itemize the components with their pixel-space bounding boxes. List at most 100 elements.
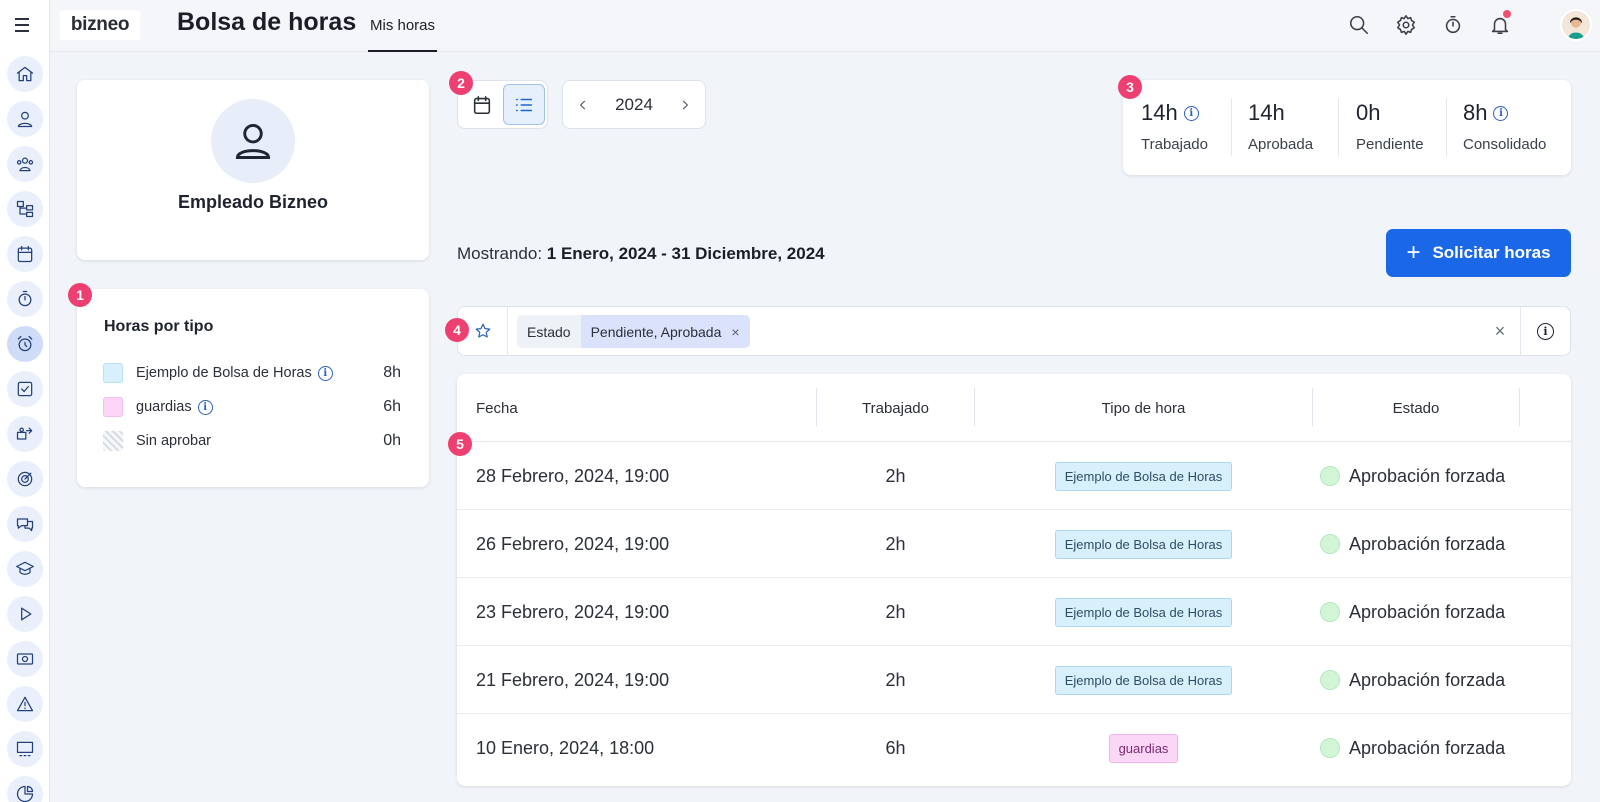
gear-icon[interactable] <box>1393 12 1419 38</box>
column-header-tipo[interactable]: Tipo de hora <box>975 374 1312 442</box>
stopwatch-icon[interactable] <box>7 281 43 317</box>
filter-chip-value[interactable]: Pendiente, Aprobada × <box>580 315 750 348</box>
cell-worked: 2h <box>885 601 906 622</box>
calendar-icon <box>473 95 491 114</box>
cell-type: Ejemplo de Bolsa de Horas <box>975 578 1312 646</box>
users-icon[interactable] <box>7 146 43 182</box>
column-header-fecha[interactable]: Fecha <box>476 374 518 442</box>
info-icon[interactable]: i <box>1183 105 1199 121</box>
hours-table: Fecha Trabajado Tipo de hora Estado 28 F… <box>457 374 1571 786</box>
cell-type: Ejemplo de Bolsa de Horas <box>975 442 1312 510</box>
type-swatch <box>103 397 123 417</box>
list-icon <box>515 98 533 111</box>
request-hours-label: Solicitar horas <box>1432 243 1551 262</box>
divider <box>1231 98 1232 156</box>
target-icon[interactable] <box>7 461 43 497</box>
list-view-button[interactable] <box>503 84 545 125</box>
cell-status: Aprobación forzada <box>1320 578 1505 646</box>
pie-chart-icon[interactable] <box>7 776 43 802</box>
status-label: Aprobación forzada <box>1349 533 1506 554</box>
table-row[interactable]: 23 Febrero, 2024, 19:00 2h Ejemplo de Bols… <box>457 578 1571 646</box>
cell-date: 10 Enero, 2024, 18:00 <box>476 737 655 758</box>
type-value: 8h <box>383 364 401 381</box>
step-badge-3: 3 <box>1118 75 1142 99</box>
stat-value: 14h <box>1248 100 1285 125</box>
filter-info-button[interactable]: i <box>1520 307 1570 355</box>
status-label: Aprobación forzada <box>1349 601 1506 622</box>
cell-status: Aprobación forzada <box>1320 714 1505 782</box>
status-dot-icon <box>1320 534 1340 554</box>
plus-icon: + <box>1406 239 1421 266</box>
date-range-value: 1 Enero, 2024 - 31 Diciembre, 2024 <box>546 244 825 263</box>
status-dot-icon <box>1320 602 1340 622</box>
year-navigator: 2024 <box>562 80 706 129</box>
bell-icon[interactable] <box>1487 10 1513 38</box>
type-row: guardias i 6h <box>103 395 401 419</box>
avatar-image-icon <box>1562 11 1590 39</box>
stopwatch-icon[interactable] <box>1440 12 1466 38</box>
cell-status: Aprobación forzada <box>1320 510 1505 578</box>
info-icon: i <box>1537 322 1554 340</box>
type-row: Ejemplo de Bolsa de Horas i 8h <box>103 361 401 385</box>
hour-type-tag: Ejemplo de Bolsa de Horas <box>1054 665 1233 695</box>
info-icon[interactable]: i <box>1493 105 1509 121</box>
chat-icon[interactable] <box>7 506 43 542</box>
filter-chip: Estado Pendiente, Aprobada × <box>517 315 750 348</box>
graduation-cap-icon[interactable] <box>7 551 43 587</box>
info-icon[interactable]: i <box>317 365 333 381</box>
stat-value: 14h <box>1141 100 1178 125</box>
user-icon[interactable] <box>7 101 43 137</box>
status-label: Aprobación forzada <box>1349 737 1506 758</box>
chevron-right-icon[interactable] <box>673 93 697 117</box>
type-swatch <box>103 431 123 451</box>
alarm-clock-icon[interactable] <box>7 326 43 362</box>
org-chart-icon[interactable] <box>7 191 43 227</box>
tab-mis-horas[interactable]: Mis horas <box>368 0 438 52</box>
date-range-prefix: Mostrando: <box>457 244 543 263</box>
table-row[interactable]: 28 Febrero, 2024, 19:00 2h Ejemplo de Bols… <box>457 442 1571 510</box>
column-header-trabajado[interactable]: Trabajado <box>817 374 974 442</box>
stat-label: Pendiente <box>1356 136 1424 153</box>
type-label: Ejemplo de Bolsa de Horas <box>136 365 312 381</box>
avatar[interactable] <box>1560 9 1592 41</box>
type-value: 0h <box>383 432 401 449</box>
sidebar <box>0 0 50 802</box>
cell-type: Ejemplo de Bolsa de Horas <box>975 510 1312 578</box>
stat-label: Consolidado <box>1463 136 1547 153</box>
menu-icon[interactable] <box>11 14 33 36</box>
warning-icon[interactable] <box>7 686 43 722</box>
table-row[interactable]: 21 Febrero, 2024, 19:00 2h Ejemplo de Bols… <box>457 646 1571 714</box>
cell-type: Ejemplo de Bolsa de Horas <box>975 646 1312 714</box>
money-icon[interactable] <box>7 641 43 677</box>
page-title: Bolsa de horas <box>177 8 357 36</box>
search-icon[interactable] <box>1346 12 1372 38</box>
request-hours-button[interactable]: + Solicitar horas <box>1386 229 1571 277</box>
step-badge-1: 1 <box>68 283 92 307</box>
presentation-icon[interactable] <box>7 731 43 767</box>
info-icon[interactable]: i <box>197 399 213 415</box>
column-header-estado[interactable]: Estado <box>1313 374 1519 442</box>
step-badge-2: 2 <box>449 71 473 95</box>
clear-filters-icon[interactable]: × <box>1488 319 1512 343</box>
user-icon <box>235 123 271 159</box>
filter-chip-key: Estado <box>517 315 581 348</box>
calendar-icon[interactable] <box>7 236 43 272</box>
logo[interactable]: bizneo <box>60 10 140 40</box>
cell-date: 23 Febrero, 2024, 19:00 <box>476 601 670 622</box>
cell-status: Aprobación forzada <box>1320 442 1505 510</box>
transfer-icon[interactable] <box>7 416 43 452</box>
remove-filter-icon[interactable]: × <box>731 324 739 340</box>
hour-type-tag: guardias <box>1108 733 1179 763</box>
home-icon[interactable] <box>7 56 43 92</box>
checkbox-icon[interactable] <box>7 371 43 407</box>
notification-dot <box>1503 10 1511 18</box>
divider <box>1446 98 1447 156</box>
step-badge-4: 4 <box>445 318 469 342</box>
hours-summary: 14h i Trabajado 14h Aprobada 0h Pendiente… <box>1123 80 1571 175</box>
type-label: Sin aprobar <box>136 433 211 449</box>
column-separator <box>1519 388 1520 426</box>
table-row[interactable]: 10 Enero, 2024, 18:00 6h guardias Aprobació… <box>457 714 1571 782</box>
play-icon[interactable] <box>7 596 43 632</box>
stat-label: Trabajado <box>1141 136 1208 153</box>
table-row[interactable]: 26 Febrero, 2024, 19:00 2h Ejemplo de Bols… <box>457 510 1571 578</box>
